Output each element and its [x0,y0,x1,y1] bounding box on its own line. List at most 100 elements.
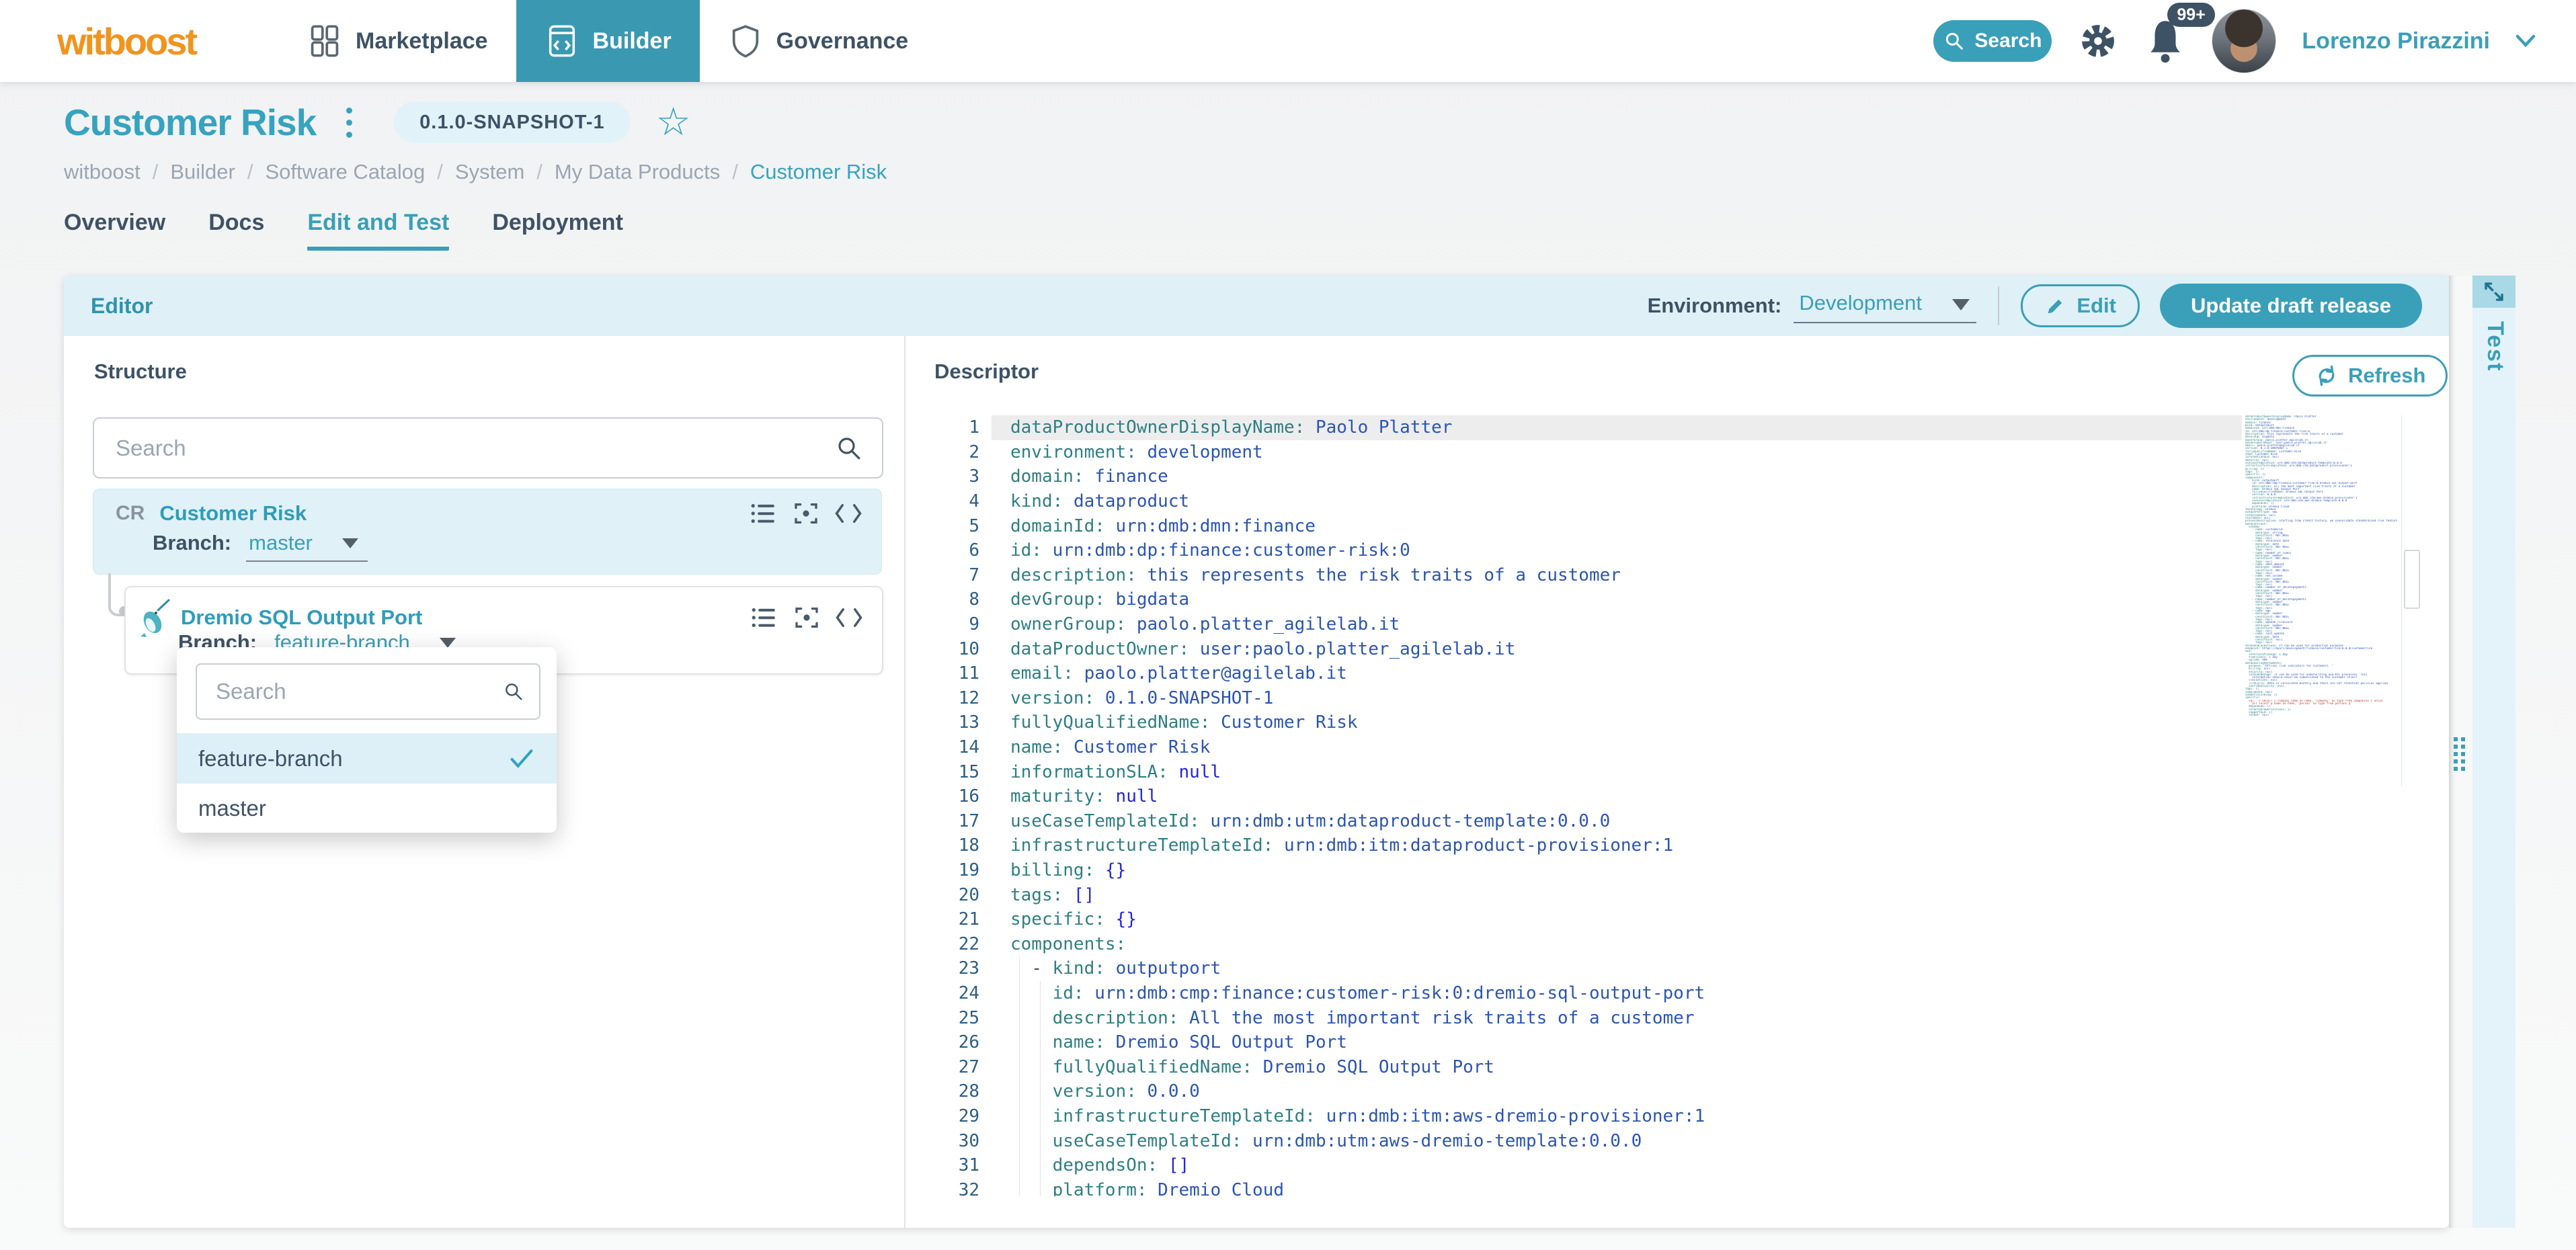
tab-overview[interactable]: Overview [64,210,165,251]
nav-item-label: Marketplace [356,28,488,54]
structure-search-input[interactable] [114,434,835,462]
environment-label: Environment: [1647,294,1782,317]
kebab-menu-icon[interactable] [346,107,353,138]
code-line: 28 version: 0.0.0 [958,1081,1200,1102]
code-line: 7 description: this represents the risk t… [969,565,1621,585]
code-line: 8 devGroup: bigdata [969,589,1190,610]
branch-dropdown: feature-branch master [177,647,557,833]
nav-item-governance[interactable]: Governance [700,0,937,82]
editor-panel-header: Editor Environment: Development Edit Upd… [64,276,2449,336]
search-button-label: Search [1974,30,2042,52]
code-line: 27 fullyQualifiedName: Dremio SQL Output… [958,1056,1495,1077]
refresh-button[interactable]: Refresh [2292,355,2448,397]
node-abbr: CR [116,502,145,524]
resize-gutter[interactable] [2449,276,2472,1228]
update-draft-release-button[interactable]: Update draft release [2159,284,2422,328]
global-search-button[interactable]: Search [1933,20,2052,62]
code-line: 31 dependsOn: [] [958,1155,1190,1176]
code-line: 22 components: [958,933,1127,954]
witboost-logo[interactable]: witboost [57,19,279,63]
nav-item-label: Builder [592,28,672,54]
nav-item-label: Governance [776,28,909,54]
star-icon[interactable]: ☆ [656,103,691,142]
user-name[interactable]: Lorenzo Pirazzini [2302,28,2490,54]
code-line: 23 - kind: outputport [958,958,1221,979]
caret-down-icon [341,538,358,548]
tab-docs[interactable]: Docs [208,210,264,251]
editor-scrollbar-thumb[interactable] [2404,550,2420,609]
structure-search-field [93,417,883,478]
notifications-button[interactable]: 99+ [2144,3,2215,65]
code-icon[interactable] [834,501,862,526]
breadcrumb-item[interactable]: Software Catalog [265,160,425,184]
pencil-icon [2044,294,2067,317]
app-root: witboost Marketplace Builder Governance … [0,0,2576,1250]
grid-icon [307,24,342,58]
editor-scrollbar-track [2401,415,2402,786]
builder-window-icon [545,24,579,58]
expand-test-panel-button[interactable] [2472,276,2515,308]
version-badge: 0.1.0-SNAPSHOT-1 [394,101,631,143]
node-title: Dremio SQL Output Port [181,606,423,629]
option-label: master [198,796,266,821]
focus-icon[interactable] [793,604,820,631]
pane-divider [904,336,905,1228]
test-panel-tab[interactable]: Test [2472,308,2515,1228]
details-list-icon[interactable] [750,606,778,630]
page-title: Customer Risk [64,101,317,143]
editor-panel: Editor Environment: Development Edit Upd… [64,276,2449,1228]
environment-select[interactable]: Development [1794,288,1977,323]
test-panel-label: Test [2483,321,2508,372]
editor-minimap[interactable]: dataProductOwnerDisplayName: Paolo Platt… [2245,415,2397,726]
code-icon[interactable] [835,606,863,630]
code-line: 10 dataProductOwner: user:paolo.platter_a… [958,638,1516,659]
code-line: 20 tags: [] [958,884,1095,905]
gear-icon[interactable] [2077,20,2119,62]
avatar[interactable] [2212,9,2277,73]
expand-arrows-icon [2482,280,2506,304]
drag-handle-icon[interactable] [2454,737,2465,771]
refresh-icon [2315,364,2339,388]
tab-deployment[interactable]: Deployment [492,210,623,251]
code-line: 6 id: urn:dmb:dp:finance:customer-risk:0 [969,540,1410,561]
edit-button[interactable]: Edit [2021,284,2140,327]
branch-option-master[interactable]: master [177,784,557,833]
breadcrumb-item[interactable]: witboost [64,160,140,184]
chevron-down-icon[interactable] [2515,34,2536,48]
breadcrumb-item[interactable]: My Data Products [555,160,720,184]
navbar-right-cluster: Search 99+ Lorenzo Pirazzini [1933,3,2536,73]
branch-select-master[interactable]: master [246,531,368,562]
tree-node-customer-risk[interactable]: CR Customer Risk Branch: master [93,489,882,575]
code-line: 15 informationSLA: null [958,761,1221,782]
search-icon [838,437,860,459]
focus-icon[interactable] [793,500,819,527]
header-divider [1998,286,2000,325]
nav-item-builder[interactable]: Builder [516,0,700,82]
code-line: 16 maturity: null [958,786,1158,807]
code-line: 18 infrastructureTemplateId: urn:dmb:itm:… [958,835,1674,856]
page-header: Customer Risk 0.1.0-SNAPSHOT-1 ☆ witboos… [64,82,2512,276]
dropdown-search-field [196,663,540,720]
dropdown-search-input[interactable] [214,678,503,705]
title-row: Customer Risk 0.1.0-SNAPSHOT-1 ☆ [64,101,691,144]
breadcrumb-item[interactable]: System [455,160,524,184]
branch-option-feature-branch[interactable]: feature-branch [177,734,557,784]
breadcrumb-item[interactable]: Builder [170,160,235,184]
breadcrumb-separator: / [152,160,159,183]
code-line: 29 infrastructureTemplateId: urn:dmb:itm… [958,1106,1705,1126]
nav-item-marketplace[interactable]: Marketplace [279,0,516,82]
breadcrumb-separator: / [732,160,738,183]
branch-value: master [249,531,313,554]
code-line: 17 useCaseTemplateId: urn:dmb:utm:datapro… [958,810,1611,831]
tab-edit-and-test[interactable]: Edit and Test [307,210,450,251]
yaml-code-editor[interactable]: 1 dataProductOwnerDisplayName: Paolo Plat… [931,415,2444,1196]
breadcrumb-item[interactable]: Customer Risk [750,160,887,184]
code-line: 12 version: 0.1.0-SNAPSHOT-1 [958,688,1274,708]
details-list-icon[interactable] [750,501,778,526]
caret-down-icon [1952,299,1970,310]
code-line: 2 environment: development [969,442,1263,462]
top-navbar: witboost Marketplace Builder Governance … [0,0,2576,82]
code-line: 25 description: All the most important r… [958,1007,1695,1028]
code-line: 26 name: Dremio SQL Output Port [958,1032,1347,1053]
editor-panel-title: Editor [91,293,153,318]
